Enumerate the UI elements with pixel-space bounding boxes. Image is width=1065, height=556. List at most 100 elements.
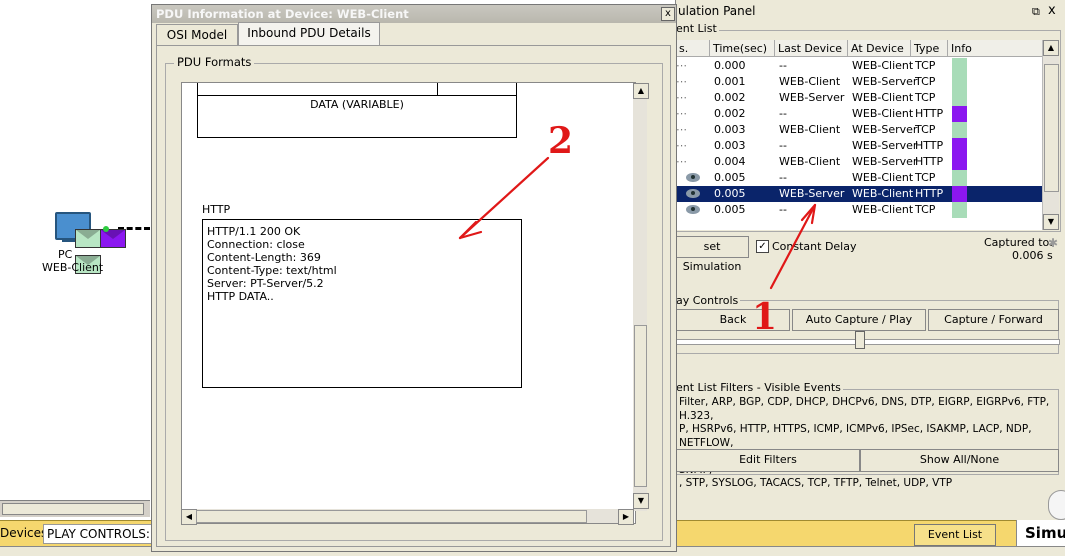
scroll-left-icon[interactable]: ◀: [181, 509, 197, 525]
info-color-swatch[interactable]: [952, 170, 967, 186]
table-row[interactable]: 0.005 -- WEB-Client TCP: [676, 170, 1042, 186]
http-line: HTTP/1.1 200 OK: [207, 225, 301, 238]
close-icon[interactable]: x: [661, 7, 675, 21]
tree-connector-icon: ⋯: [676, 139, 687, 152]
pdu-field-row: [197, 83, 517, 96]
restore-icon[interactable]: ⧉: [1032, 5, 1040, 19]
table-row[interactable]: ⋯ 0.003 WEB-Client WEB-Server TCP: [676, 122, 1042, 138]
col-header[interactable]: Info: [948, 40, 1042, 57]
scroll-thumb[interactable]: [634, 325, 647, 487]
col-header[interactable]: s.: [676, 40, 710, 57]
play-controls-label: PLAY CONTROLS:: [43, 524, 154, 544]
info-color-swatch[interactable]: [952, 90, 967, 106]
auto-capture-play-button[interactable]: Auto Capture / Play: [792, 309, 926, 331]
link-status-icon: [103, 226, 109, 232]
scroll-thumb[interactable]: [1044, 64, 1059, 192]
table-row[interactable]: ⋯ 0.002 WEB-Server WEB-Client TCP: [676, 90, 1042, 106]
info-color-swatch[interactable]: [952, 186, 967, 202]
data-field-label: DATA (VARIABLE): [310, 98, 404, 111]
eye-icon[interactable]: [686, 173, 700, 182]
info-color-swatch[interactable]: [952, 74, 967, 90]
simulation-mode-tab[interactable]: Simu: [1016, 520, 1065, 546]
scroll-up-icon[interactable]: ▲: [633, 83, 649, 99]
info-color-swatch[interactable]: [952, 122, 967, 138]
col-header[interactable]: Time(sec): [710, 40, 775, 57]
event-list-vscroll[interactable]: ▲ ▼: [1042, 40, 1059, 230]
col-header[interactable]: Type: [911, 40, 948, 57]
http-line: Content-Type: text/html: [207, 264, 337, 277]
scroll-thumb[interactable]: [196, 510, 587, 523]
col-header[interactable]: At Device: [848, 40, 911, 57]
info-color-swatch[interactable]: [952, 202, 967, 218]
scroll-down-icon[interactable]: ▼: [1043, 214, 1059, 230]
play-controls-legend: ay Controls: [676, 294, 741, 307]
speed-slider-thumb[interactable]: [855, 331, 865, 349]
info-color-swatch[interactable]: [952, 58, 967, 74]
speed-slider-track[interactable]: [676, 339, 1060, 345]
cell-type: TCP: [915, 59, 936, 72]
table-row[interactable]: ⋯ 0.001 WEB-Client WEB-Server TCP: [676, 74, 1042, 90]
envelope-icon[interactable]: [75, 229, 101, 248]
workspace-hscroll[interactable]: [0, 500, 150, 517]
table-row[interactable]: ⋯ 0.000 -- WEB-Client TCP: [676, 58, 1042, 74]
cell-last: --: [779, 107, 787, 120]
captured-to-value: 0.006 s: [1012, 249, 1053, 262]
tab-inbound-pdu-details[interactable]: Inbound PDU Details: [238, 22, 380, 45]
table-row[interactable]: ⋯ 0.002 -- WEB-Client HTTP: [676, 106, 1042, 122]
cell-last: WEB-Client: [779, 75, 841, 88]
table-row[interactable]: ⋯ 0.004 WEB-Client WEB-Server HTTP: [676, 154, 1042, 170]
simulation-panel: ulation Panel ⧉ x s. Time(sec) Last Devi…: [675, 0, 1065, 547]
edit-filters-button[interactable]: Edit Filters: [676, 449, 860, 472]
cell-last: WEB-Client: [779, 123, 841, 136]
event-list-legend: ent List: [676, 22, 719, 35]
table-row[interactable]: 0.005 WEB-Server WEB-Client HTTP: [676, 186, 1042, 202]
scroll-up-icon[interactable]: ▲: [1043, 40, 1059, 56]
round-corner-button[interactable]: [1048, 490, 1065, 520]
cell-at: WEB-Client: [852, 107, 914, 120]
cell-at: WEB-Client: [852, 171, 914, 184]
cell-time: 0.000: [714, 59, 746, 72]
pdu-vscroll[interactable]: ▲ ▼: [633, 83, 649, 511]
mode-bar: [676, 520, 1065, 547]
scroll-down-icon[interactable]: ▼: [633, 493, 649, 509]
reset-simulation-button[interactable]: set Simulation: [676, 236, 749, 273]
http-line: Server: PT-Server/5.2: [207, 277, 324, 290]
tree-connector-icon: ⋯: [676, 59, 687, 72]
info-color-swatch[interactable]: [952, 138, 967, 154]
close-icon[interactable]: x: [1048, 3, 1056, 18]
tab-osi-model[interactable]: OSI Model: [156, 24, 238, 45]
cell-time: 0.004: [714, 155, 746, 168]
cell-type: HTTP: [915, 187, 944, 200]
cell-at: WEB-Client: [852, 91, 914, 104]
scroll-right-icon[interactable]: ▶: [618, 509, 634, 525]
cell-time: 0.005: [714, 187, 746, 200]
info-color-swatch[interactable]: [952, 154, 967, 170]
event-list-frame: s. Time(sec) Last Device At Device Type …: [676, 30, 1061, 232]
eye-icon[interactable]: [686, 189, 700, 198]
col-header[interactable]: Last Device: [775, 40, 848, 57]
pdu-hscroll[interactable]: ◀ ▶: [181, 509, 634, 525]
event-table[interactable]: s. Time(sec) Last Device At Device Type …: [676, 40, 1042, 230]
cell-type: TCP: [915, 171, 936, 184]
cell-time: 0.003: [714, 123, 746, 136]
capture-forward-button[interactable]: Capture / Forward: [928, 309, 1059, 331]
cell-type: TCP: [915, 91, 936, 104]
filters-line: P, HSRPv6, HTTP, HTTPS, ICMP, ICMPv6, IP…: [679, 423, 1032, 449]
filters-line: , STP, SYSLOG, TACACS, TCP, TFTP, Telnet…: [679, 477, 953, 489]
checkbox-icon[interactable]: ✓: [756, 240, 769, 253]
cell-type: TCP: [915, 203, 936, 216]
scroll-thumb[interactable]: [2, 503, 144, 515]
http-line: Content-Length: 369: [207, 251, 321, 264]
event-list-tab[interactable]: Event List: [914, 524, 996, 546]
show-all-none-button[interactable]: Show All/None: [860, 449, 1059, 472]
table-row[interactable]: ⋯ 0.003 -- WEB-Server HTTP: [676, 138, 1042, 154]
eye-icon[interactable]: [686, 205, 700, 214]
cell-at: WEB-Client: [852, 187, 914, 200]
dialog-title: PDU Information at Device: WEB-Client: [156, 7, 409, 21]
envelope-icon[interactable]: [100, 229, 126, 248]
cell-last: --: [779, 139, 787, 152]
dialog-titlebar[interactable]: PDU Information at Device: WEB-Client x: [152, 5, 676, 23]
table-row[interactable]: 0.005 -- WEB-Client TCP: [676, 202, 1042, 218]
info-color-swatch[interactable]: [952, 106, 967, 122]
cell-at: WEB-Server: [852, 155, 918, 168]
